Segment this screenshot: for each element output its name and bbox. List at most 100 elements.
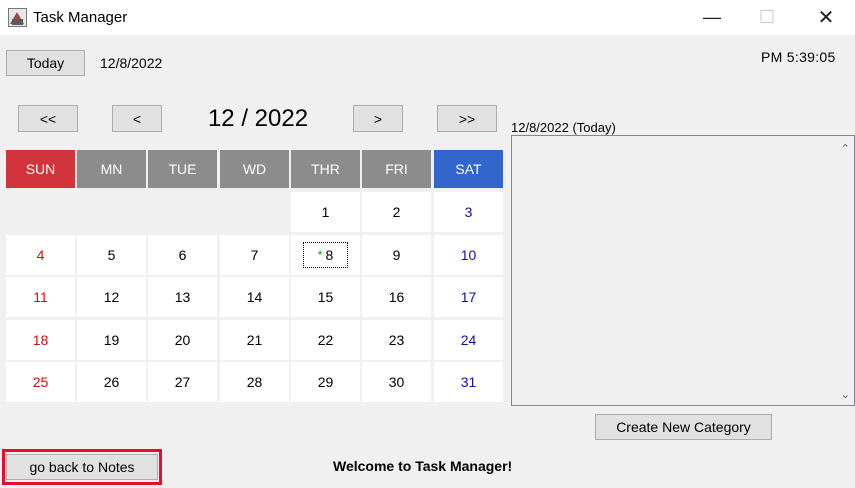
calendar-day-cell[interactable]: 18 <box>6 320 75 360</box>
selected-date-label: 12/8/2022 (Today) <box>511 120 616 135</box>
day-header-sat: SAT <box>434 150 503 188</box>
calendar-day-cell[interactable]: 9 <box>362 235 431 275</box>
calendar-day-cell[interactable]: 30 <box>362 362 431 402</box>
day-number: 11 <box>33 289 48 305</box>
day-number: 6 <box>178 247 187 263</box>
day-number: 2 <box>392 204 401 220</box>
day-number: 13 <box>174 289 191 305</box>
back-to-notes-button[interactable]: go back to Notes <box>6 454 158 480</box>
calendar-day-cell[interactable]: 11 <box>6 277 75 317</box>
calendar-empty-cell <box>148 192 217 232</box>
close-icon: ✕ <box>817 7 835 29</box>
calendar-day-cell[interactable]: 21 <box>220 320 289 360</box>
day-header-fri: FRI <box>362 150 431 188</box>
clock-label: PM 5:39:05 <box>761 49 836 65</box>
task-list[interactable]: ⌃ ⌄ <box>511 135 855 406</box>
day-number: 14 <box>246 289 263 305</box>
calendar-day-cell[interactable]: 27 <box>148 362 217 402</box>
day-number: 8 <box>325 247 334 263</box>
calendar-day-cell[interactable]: 3 <box>434 192 503 232</box>
day-number: 4 <box>36 247 45 263</box>
day-number: 12 <box>103 289 120 305</box>
maximize-icon: ☐ <box>758 7 776 27</box>
calendar-empty-cell <box>220 192 289 232</box>
day-number: 1 <box>321 204 330 220</box>
day-header-wed: WD <box>220 150 289 188</box>
day-number: 21 <box>246 332 263 348</box>
calendar-day-cell[interactable]: 29 <box>291 362 360 402</box>
scroll-down-icon[interactable]: ⌄ <box>841 388 850 401</box>
calendar-day-cell[interactable]: 20 <box>148 320 217 360</box>
calendar-day-cell[interactable]: 1 <box>291 192 360 232</box>
day-number: 15 <box>317 289 334 305</box>
today-focus-box: * 8 <box>302 242 349 268</box>
calendar-day-cell[interactable]: 12 <box>77 277 146 317</box>
day-number: 28 <box>246 374 263 390</box>
calendar-day-cell[interactable]: 2 <box>362 192 431 232</box>
next-month-button[interactable]: > <box>353 105 403 132</box>
minimize-button[interactable]: — <box>682 0 742 35</box>
calendar-grid: SUN MN TUE WD THR FRI SAT 1 2 3 4 5 6 7 * 8 9 10 11 12 13 14 1… <box>6 150 503 404</box>
calendar-day-cell[interactable]: 5 <box>77 235 146 275</box>
day-number: 18 <box>32 332 49 348</box>
calendar-day-cell[interactable]: 28 <box>220 362 289 402</box>
scroll-up-icon[interactable]: ⌃ <box>841 142 850 155</box>
day-number: 22 <box>317 332 334 348</box>
day-number: 17 <box>460 289 477 305</box>
calendar-empty-cell <box>77 192 146 232</box>
day-number: 3 <box>464 204 473 220</box>
create-category-button[interactable]: Create New Category <box>595 414 772 440</box>
day-header-tue: TUE <box>148 150 217 188</box>
calendar-day-cell[interactable]: 26 <box>77 362 146 402</box>
calendar-day-cell[interactable]: 4 <box>6 235 75 275</box>
day-number: 9 <box>392 247 401 263</box>
day-number: 30 <box>388 374 405 390</box>
maximize-button[interactable]: ☐ <box>737 0 797 35</box>
calendar-day-cell[interactable]: 6 <box>148 235 217 275</box>
calendar-day-cell[interactable]: 10 <box>434 235 503 275</box>
day-number: 29 <box>317 374 334 390</box>
minimize-icon: — <box>703 7 721 27</box>
welcome-message: Welcome to Task Manager! <box>333 458 513 474</box>
month-year-title: 12 / 2022 <box>207 105 309 132</box>
today-button[interactable]: Today <box>6 50 85 76</box>
calendar-empty-cell <box>6 192 75 232</box>
calendar-day-cell[interactable]: 24 <box>434 320 503 360</box>
day-number: 27 <box>174 374 191 390</box>
day-number: 5 <box>107 247 116 263</box>
day-number: 25 <box>32 374 49 390</box>
window-title: Task Manager <box>33 9 128 26</box>
calendar-day-cell[interactable]: 7 <box>220 235 289 275</box>
calendar-day-cell[interactable]: * 8 <box>291 235 360 275</box>
calendar-day-cell[interactable]: 16 <box>362 277 431 317</box>
prev-year-button[interactable]: << <box>18 105 78 132</box>
calendar-day-cell[interactable]: 25 <box>6 362 75 402</box>
day-number: 7 <box>250 247 259 263</box>
day-number: 31 <box>460 374 477 390</box>
title-bar: Task Manager — ☐ ✕ <box>0 0 855 35</box>
day-number: 20 <box>174 332 191 348</box>
prev-month-button[interactable]: < <box>112 105 162 132</box>
calendar-day-cell[interactable]: 31 <box>434 362 503 402</box>
next-year-button[interactable]: >> <box>437 105 497 132</box>
day-number: 19 <box>103 332 120 348</box>
day-header-thu: THR <box>291 150 360 188</box>
calendar-day-cell[interactable]: 19 <box>77 320 146 360</box>
day-number: 10 <box>460 247 477 263</box>
calendar-day-cell[interactable]: 17 <box>434 277 503 317</box>
day-header-mon: MN <box>77 150 146 188</box>
calendar-day-cell[interactable]: 22 <box>291 320 360 360</box>
close-button[interactable]: ✕ <box>796 0 855 35</box>
calendar-day-cell[interactable]: 14 <box>220 277 289 317</box>
task-marker-icon: * <box>317 248 323 262</box>
calendar-day-cell[interactable]: 23 <box>362 320 431 360</box>
day-number: 16 <box>388 289 405 305</box>
current-date-label: 12/8/2022 <box>100 55 163 71</box>
app-icon <box>8 8 27 27</box>
calendar-day-cell[interactable]: 15 <box>291 277 360 317</box>
day-number: 24 <box>460 332 477 348</box>
calendar-day-cell[interactable]: 13 <box>148 277 217 317</box>
day-number: 26 <box>103 374 120 390</box>
day-number: 23 <box>388 332 405 348</box>
day-header-sun: SUN <box>6 150 75 188</box>
